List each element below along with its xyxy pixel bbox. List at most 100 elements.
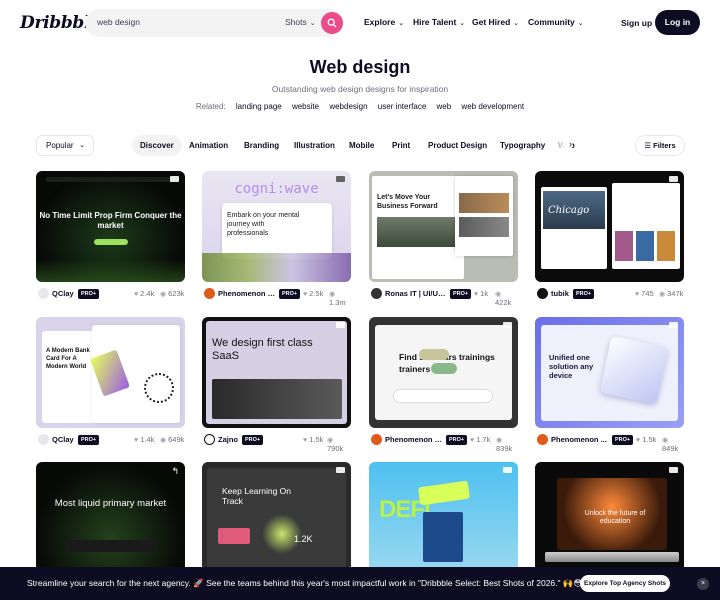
view-count: ◉849k (662, 435, 684, 453)
shot-thumbnail[interactable]: Chicago (535, 171, 684, 282)
glow (36, 259, 185, 282)
tab-typography[interactable]: Typography (500, 135, 545, 156)
tab-print[interactable]: Print (392, 135, 410, 156)
eye-icon: ◉ (327, 437, 334, 444)
log-in-button[interactable]: Log in (655, 10, 700, 35)
mock-page-right (455, 176, 513, 256)
like-count[interactable]: ♥ 1.7k (470, 435, 490, 444)
shot-subline: Embark on your mental journey with profe… (227, 212, 300, 237)
like-count[interactable]: ♥ 1.5k (303, 435, 323, 444)
tab-animation[interactable]: Animation (189, 135, 228, 156)
laptop-base (545, 552, 679, 562)
sort-label: Popular (46, 141, 74, 150)
dot-circle (144, 373, 174, 403)
tab-illustration[interactable]: Illustration (294, 135, 335, 156)
author-name[interactable]: tubik (551, 289, 569, 298)
eye-icon: ◉ (659, 291, 666, 298)
related-tag[interactable]: user interface (378, 102, 426, 111)
shot-headline: Keep Learning On Track (222, 486, 291, 506)
related-tag[interactable]: webdesign (329, 102, 367, 111)
shot-thumbnail[interactable]: Find seminars trainings trainers (369, 317, 518, 428)
related-tag[interactable]: web development (461, 102, 524, 111)
sort-dropdown[interactable]: Popular ⌄ (36, 135, 94, 156)
search-scope-label: Shots (285, 17, 307, 27)
tab-mobile[interactable]: Mobile (349, 135, 374, 156)
avatar[interactable] (371, 288, 382, 299)
video-icon (503, 322, 512, 328)
search-button[interactable] (321, 12, 343, 34)
chevron-down-icon: ⌄ (513, 20, 520, 27)
shot-thumbnail[interactable]: Unified one solution any device (535, 317, 684, 428)
view-count: ◉ 347k (659, 289, 683, 298)
search-input[interactable]: web design (97, 17, 140, 27)
video-icon (669, 176, 678, 182)
shot-meta: Phenomenon S... PRO+ ♥ 1.7k ◉839k (369, 434, 518, 453)
author-name[interactable]: QClay (52, 289, 74, 298)
filters-label: Filters (653, 141, 676, 150)
share-icon[interactable]: ↰ (171, 466, 179, 477)
related-tag[interactable]: landing page (236, 102, 282, 111)
author-name[interactable]: Zajno (218, 435, 238, 444)
avatar[interactable] (38, 434, 49, 445)
shot-meta: QClay PRO+ ♥ 1.4k ◉ 649k (36, 434, 185, 446)
chevron-right-icon[interactable]: › (569, 139, 572, 149)
heart-icon: ♥ (303, 437, 308, 444)
like-count[interactable]: ♥ 1k (474, 289, 488, 298)
video-icon (669, 322, 678, 328)
eye-icon: ◉ (496, 437, 503, 444)
nav-get-hired[interactable]: Get Hired ⌄ (472, 17, 519, 27)
view-count: ◉422k (495, 289, 518, 307)
shot-thumbnail[interactable]: Keep Learning On Track 1.2K (202, 462, 351, 573)
tab-product-design[interactable]: Product Design (428, 135, 487, 156)
like-count[interactable]: ♥ 2.4k (134, 289, 154, 298)
shot-thumbnail[interactable]: Unlock the future of education (535, 462, 684, 573)
tab-branding[interactable]: Branding (244, 135, 279, 156)
shot-thumbnail[interactable]: DEFI (369, 462, 518, 573)
sign-up-link[interactable]: Sign up (621, 18, 652, 28)
nav-hire-talent[interactable]: Hire Talent ⌄ (413, 17, 465, 27)
eye-icon: ◉ (662, 437, 669, 444)
author-name[interactable]: Phenomenon ... (551, 435, 607, 444)
filters-button[interactable]: ☰ Filters (635, 135, 685, 156)
search-bar[interactable]: web design Shots ⌄ (85, 9, 343, 37)
shot-meta: Phenomenon ... PRO+ ♥ 1.5k ◉849k (535, 434, 684, 453)
nav-explore[interactable]: Explore ⌄ (364, 17, 404, 27)
author-name[interactable]: Ronas IT | UI/UX... (385, 289, 447, 298)
like-count[interactable]: ♥ 745 (635, 289, 654, 298)
top-nav: Dribbble web design Shots ⌄ Explore ⌄ Hire… (0, 0, 720, 46)
like-count[interactable]: ♥ 1.4k (134, 435, 154, 444)
shot-headline: Unlock the future of education (584, 510, 646, 525)
explore-agency-shots-button[interactable]: Explore Top Agency Shots (580, 575, 670, 592)
view-count: ◉ 649k (160, 435, 184, 444)
avatar[interactable] (537, 434, 548, 445)
video-icon (336, 467, 345, 473)
like-count[interactable]: ♥ 2.5k (303, 289, 323, 298)
like-count[interactable]: ♥ 1.5k (636, 435, 656, 444)
page-subtitle: Outstanding web design designs for inspi… (271, 84, 449, 94)
related-tag[interactable]: website (292, 102, 319, 111)
shot-headline: We design first class SaaS (212, 337, 313, 362)
avatar[interactable] (537, 288, 548, 299)
nav-community[interactable]: Community ⌄ (528, 17, 584, 27)
author-name[interactable]: Phenomenon S... (218, 289, 278, 298)
shot-thumbnail[interactable]: Let's Move Your Business Forward (369, 171, 518, 282)
author-name[interactable]: Phenomenon S... (385, 435, 445, 444)
avatar-pill (431, 363, 457, 374)
avatar[interactable] (371, 434, 382, 445)
shot-thumbnail[interactable]: cogni:wave Embark on your mental journey… (202, 171, 351, 282)
related-tag[interactable]: web (437, 102, 452, 111)
search-scope-dropdown[interactable]: Shots ⌄ (285, 17, 316, 27)
shot-thumbnail[interactable]: A Modern Bank Card For A Modern World (36, 317, 185, 428)
shot-thumbnail[interactable]: Most liquid primary market ↰ (36, 462, 185, 573)
ticket-card (218, 528, 250, 544)
avatar[interactable] (204, 288, 215, 299)
avatar[interactable] (38, 288, 49, 299)
author-name[interactable]: QClay (52, 435, 74, 444)
close-icon[interactable]: × (697, 578, 709, 590)
avatar[interactable] (204, 434, 215, 445)
shot-headline: cogni:wave (234, 181, 319, 197)
shot-thumbnail[interactable]: We design first class SaaS (202, 317, 351, 428)
shot-thumbnail[interactable]: No Time Limit Prop Firm Conquer the mark… (36, 171, 185, 282)
tab-discover[interactable]: Discover (132, 135, 182, 156)
eye-icon: ◉ (495, 291, 502, 298)
